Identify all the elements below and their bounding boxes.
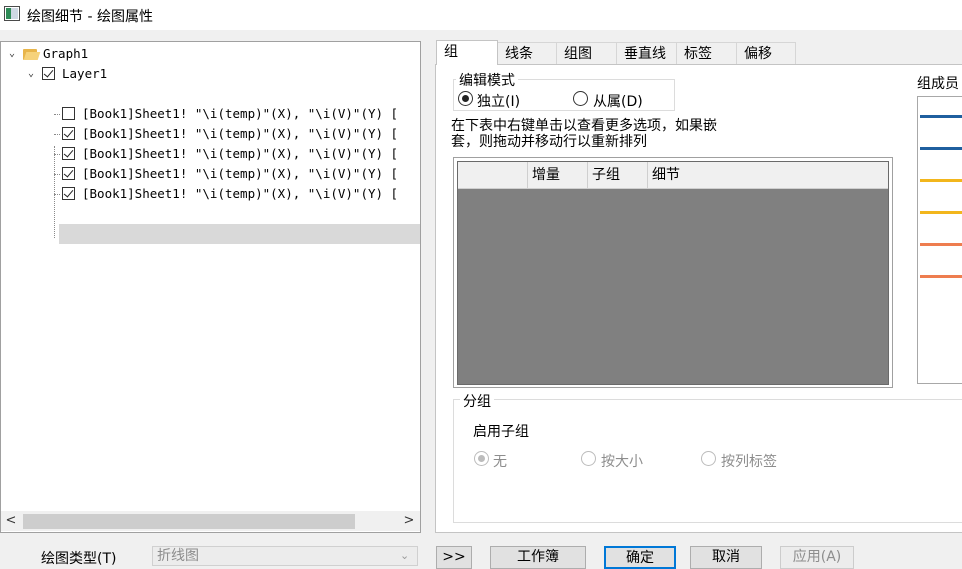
chevron-down-icon[interactable]: ⌄ [400, 549, 409, 562]
radio-subgroup-none[interactable] [474, 451, 489, 466]
edit-mode-legend: 编辑模式 [456, 70, 518, 90]
folder-open-icon [23, 48, 41, 60]
group-table-body[interactable]: 增量 子组 细节 [457, 161, 889, 385]
dataset-label: [Book1]Sheet1! "\i(temp)"(X), "\i(V)"(Y)… [82, 166, 399, 181]
chevron-down-icon[interactable]: ⌄ [25, 68, 37, 80]
tab-label: 线条 [505, 46, 533, 62]
dataset-label: [Book1]Sheet1! "\i(temp)"(X), "\i(V)"(Y)… [82, 126, 399, 141]
tab-group-plot[interactable]: 组图 [556, 42, 617, 64]
table-header: 增量 子组 细节 [458, 162, 888, 189]
horizontal-scrollbar[interactable]: < > [1, 511, 420, 531]
table-header-subgroup: 子组 [587, 162, 647, 189]
tab-offset[interactable]: 偏移 [736, 42, 796, 64]
member-line-swatch [920, 115, 962, 118]
expand-button[interactable]: >> [436, 546, 472, 569]
dataset-checkbox[interactable] [62, 187, 75, 200]
tab-group[interactable]: 组 [436, 40, 498, 65]
tab-label: 偏移 [744, 46, 772, 62]
tab-drop-lines[interactable]: 垂直线 [616, 42, 677, 64]
title-bar: 绘图细节 - 绘图属性 [0, 0, 962, 30]
tab-label: 垂直线 [624, 46, 666, 62]
table-header-details: 细节 [647, 162, 888, 189]
table-hint-text: 在下表中右键单击以查看更多选项，如果嵌套，则拖动并移动行以重新排列 [451, 118, 717, 150]
tab-line[interactable]: 线条 [497, 42, 557, 64]
tree-node-graph1[interactable]: ⌄ Graph1 [1, 44, 301, 64]
radio-subgroup-by-column-label[interactable] [701, 451, 716, 466]
window-title: 绘图细节 - 绘图属性 [27, 9, 153, 25]
radio-dependent[interactable] [573, 91, 588, 106]
radio-subgroup-by-column-label-label[interactable]: 按列标签 [721, 451, 777, 471]
tree-node-label: Graph1 [43, 46, 89, 61]
member-line-swatch [920, 179, 962, 182]
scroll-right-icon[interactable]: > [399, 511, 419, 531]
tab-label: 标签 [684, 46, 712, 62]
table-header-increment: 增量 [527, 162, 587, 189]
table-header-cell [458, 162, 527, 189]
dataset-label: [Book1]Sheet1! "\i(temp)"(X), "\i(V)"(Y)… [82, 106, 399, 121]
member-line-swatch [920, 147, 962, 150]
plot-tree-panel[interactable]: ⌄ Graph1 ⌄ Layer1 [Book1]Sheet1! "\i(tem… [0, 41, 421, 533]
group-members-list[interactable] [917, 96, 962, 384]
selected-row-highlight [59, 224, 420, 244]
app-icon [4, 6, 20, 21]
tab-label: 组图 [564, 46, 592, 62]
tab-labels[interactable]: 标签 [676, 42, 737, 64]
tree-node-dataset[interactable]: [Book1]Sheet1! "\i(temp)"(X), "\i(V)"(Y)… [1, 184, 420, 204]
scroll-left-icon[interactable]: < [1, 511, 21, 531]
member-line-swatch [920, 275, 962, 278]
dataset-checkbox[interactable] [62, 127, 75, 140]
tree-node-dataset[interactable]: [Book1]Sheet1! "\i(temp)"(X), "\i(V)"(Y)… [1, 124, 420, 144]
dataset-label: [Book1]Sheet1! "\i(temp)"(X), "\i(V)"(Y)… [82, 146, 399, 161]
radio-independent-label[interactable]: 独立(I) [477, 91, 520, 111]
plot-type-label: 绘图类型(T) [41, 551, 117, 567]
chevron-down-icon[interactable]: ⌄ [6, 48, 18, 60]
dataset-checkbox[interactable] [62, 147, 75, 160]
radio-subgroup-none-label[interactable]: 无 [493, 451, 507, 471]
group-table[interactable]: 增量 子组 细节 [453, 157, 893, 388]
radio-subgroup-by-size[interactable] [581, 451, 596, 466]
tree-node-label: Layer1 [62, 66, 108, 81]
workbook-button[interactable]: 工作簿 [490, 546, 586, 569]
plot-type-select[interactable]: 折线图 [152, 546, 418, 566]
tree-node-layer1[interactable]: ⌄ Layer1 [1, 64, 301, 84]
scrollbar-thumb[interactable] [23, 514, 355, 529]
radio-subgroup-by-size-label[interactable]: 按大小 [601, 451, 643, 471]
ok-button[interactable]: 确定 [604, 546, 676, 569]
subgroup-legend: 分组 [460, 391, 494, 411]
tab-label: 组 [444, 44, 458, 60]
tree-node-dataset[interactable]: [Book1]Sheet1! "\i(temp)"(X), "\i(V)"(Y)… [1, 164, 420, 184]
dataset-label: [Book1]Sheet1! "\i(temp)"(X), "\i(V)"(Y)… [82, 186, 399, 201]
dataset-checkbox[interactable] [62, 167, 75, 180]
radio-independent[interactable] [458, 91, 473, 106]
radio-dependent-label[interactable]: 从属(D) [593, 91, 643, 111]
cancel-button[interactable]: 取消 [690, 546, 762, 569]
layer-checkbox[interactable] [42, 67, 55, 80]
tree-node-dataset[interactable]: [Book1]Sheet1! "\i(temp)"(X), "\i(V)"(Y)… [1, 104, 420, 124]
member-line-swatch [920, 243, 962, 246]
member-line-swatch [920, 211, 962, 214]
apply-button[interactable]: 应用(A) [780, 546, 854, 569]
tree-node-dataset[interactable]: [Book1]Sheet1! "\i(temp)"(X), "\i(V)"(Y)… [1, 144, 420, 164]
dataset-checkbox[interactable] [62, 107, 75, 120]
group-members-label: 组成员 [917, 76, 959, 92]
enable-subgroup-label: 启用子组 [473, 424, 529, 440]
